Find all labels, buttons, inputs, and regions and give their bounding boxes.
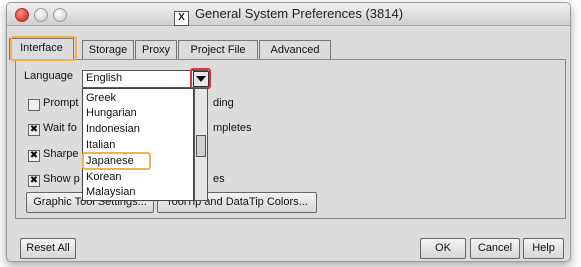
language-dropdown-list[interactable]: Greek Hungarian Indonesian Italian Japan… [82,88,194,201]
language-label: Language [24,70,73,82]
language-option[interactable]: Malaysian [86,186,136,198]
option-label-4-tail: es [213,173,225,185]
tab-proxy[interactable]: Proxy [135,40,177,60]
tab-highlight [10,36,77,61]
x11-icon: X [173,11,189,26]
tab-label: Storage [88,44,128,56]
dropdown-button-highlight [190,68,211,89]
option-checkbox-4[interactable]: ✖ [28,175,40,187]
language-option[interactable]: Italian [86,139,115,151]
language-option[interactable]: Hungarian [86,107,137,119]
tab-label: Advanced [270,44,320,56]
option-label-1: Prompt [43,97,79,109]
option-label-3: Sharpe [43,148,79,160]
tab-project-file[interactable]: Project File [178,40,258,60]
option-label-2: Wait fo [43,122,77,134]
option-label-1-tail: ding [213,97,234,109]
language-option[interactable]: Korean [86,171,121,183]
window-title-area: X General System Preferences (3814) [7,6,570,26]
option-checkbox-1[interactable] [28,99,40,111]
tab-label: Proxy [141,44,171,56]
japanese-option-highlight [82,152,151,170]
reset-all-button[interactable]: Reset All [20,238,76,259]
language-option[interactable]: Indonesian [86,123,140,135]
option-label-4: Show p [43,173,80,185]
language-option[interactable]: Greek [86,92,116,104]
tab-storage[interactable]: Storage [82,40,134,60]
dropdown-scrollbar[interactable] [194,88,208,201]
window-title: General System Preferences (3814) [194,6,404,21]
cancel-button[interactable]: Cancel [470,238,520,259]
option-label-2-tail: mpletes [213,122,252,134]
title-bar[interactable]: X General System Preferences (3814) [7,3,570,26]
option-checkbox-3[interactable]: ✖ [28,150,40,162]
help-button[interactable]: Help [523,238,564,259]
tab-advanced[interactable]: Advanced [259,40,331,60]
tab-label: Project File [190,44,246,56]
scrollbar-thumb[interactable] [196,135,206,157]
option-checkbox-2[interactable]: ✖ [28,124,40,136]
language-selected-value: English [86,72,123,84]
ok-button[interactable]: OK [420,238,466,259]
